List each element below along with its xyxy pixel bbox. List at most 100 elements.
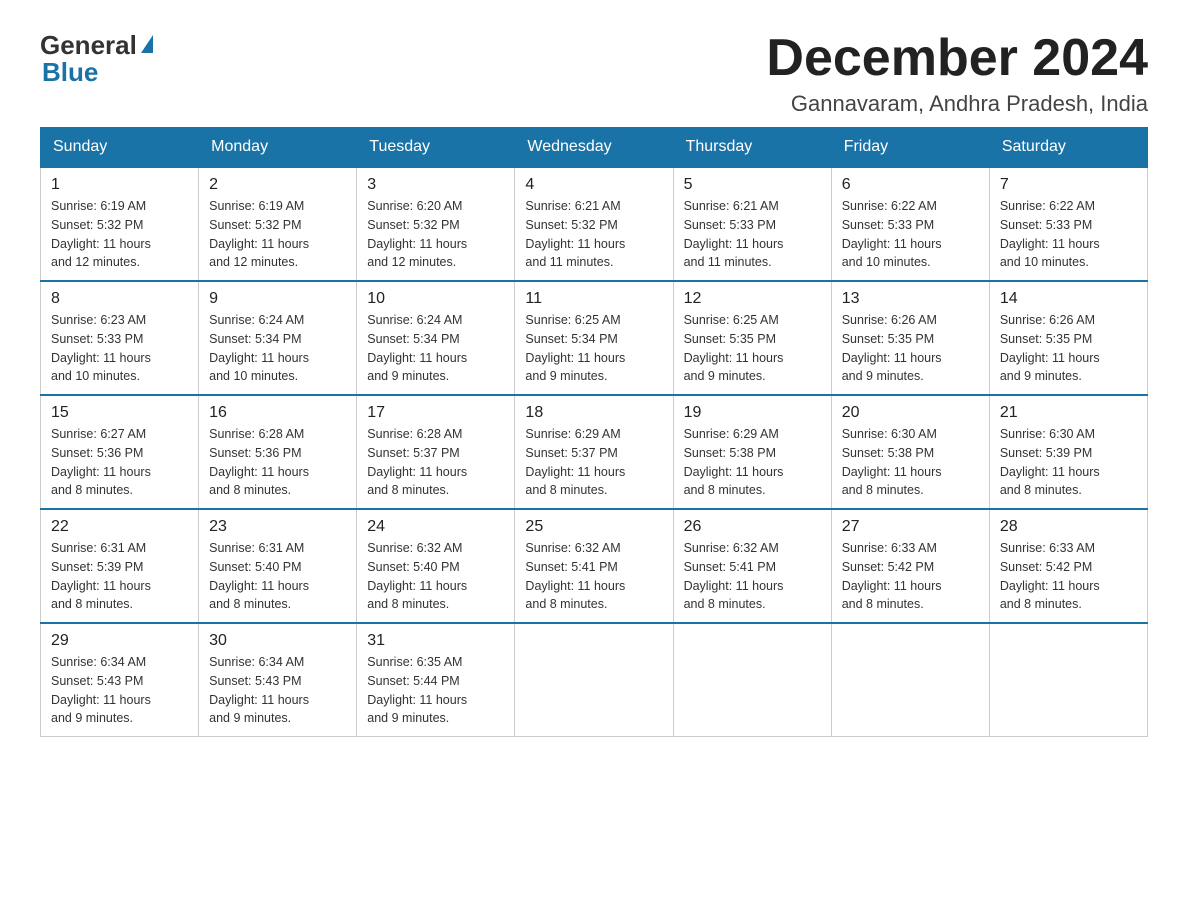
header-friday: Friday bbox=[831, 128, 989, 168]
day-number: 8 bbox=[51, 290, 188, 308]
day-info: Sunrise: 6:28 AMSunset: 5:36 PMDaylight:… bbox=[209, 425, 346, 500]
calendar-cell: 26 Sunrise: 6:32 AMSunset: 5:41 PMDaylig… bbox=[673, 509, 831, 623]
day-info: Sunrise: 6:23 AMSunset: 5:33 PMDaylight:… bbox=[51, 311, 188, 386]
day-info: Sunrise: 6:25 AMSunset: 5:34 PMDaylight:… bbox=[525, 311, 662, 386]
calendar-cell: 8 Sunrise: 6:23 AMSunset: 5:33 PMDayligh… bbox=[41, 281, 199, 395]
calendar-cell bbox=[989, 623, 1147, 737]
calendar-cell: 30 Sunrise: 6:34 AMSunset: 5:43 PMDaylig… bbox=[199, 623, 357, 737]
header-sunday: Sunday bbox=[41, 128, 199, 168]
calendar-cell: 27 Sunrise: 6:33 AMSunset: 5:42 PMDaylig… bbox=[831, 509, 989, 623]
page-header: General Blue December 2024 Gannavaram, A… bbox=[40, 30, 1148, 117]
calendar-cell: 12 Sunrise: 6:25 AMSunset: 5:35 PMDaylig… bbox=[673, 281, 831, 395]
day-info: Sunrise: 6:20 AMSunset: 5:32 PMDaylight:… bbox=[367, 197, 504, 272]
calendar-cell: 28 Sunrise: 6:33 AMSunset: 5:42 PMDaylig… bbox=[989, 509, 1147, 623]
calendar-cell: 14 Sunrise: 6:26 AMSunset: 5:35 PMDaylig… bbox=[989, 281, 1147, 395]
calendar-cell: 5 Sunrise: 6:21 AMSunset: 5:33 PMDayligh… bbox=[673, 167, 831, 281]
day-info: Sunrise: 6:33 AMSunset: 5:42 PMDaylight:… bbox=[842, 539, 979, 614]
day-info: Sunrise: 6:26 AMSunset: 5:35 PMDaylight:… bbox=[1000, 311, 1137, 386]
day-number: 15 bbox=[51, 404, 188, 422]
logo: General Blue bbox=[40, 30, 153, 88]
calendar-cell: 2 Sunrise: 6:19 AMSunset: 5:32 PMDayligh… bbox=[199, 167, 357, 281]
day-info: Sunrise: 6:27 AMSunset: 5:36 PMDaylight:… bbox=[51, 425, 188, 500]
day-info: Sunrise: 6:31 AMSunset: 5:39 PMDaylight:… bbox=[51, 539, 188, 614]
header-tuesday: Tuesday bbox=[357, 128, 515, 168]
day-number: 30 bbox=[209, 632, 346, 650]
calendar-cell: 7 Sunrise: 6:22 AMSunset: 5:33 PMDayligh… bbox=[989, 167, 1147, 281]
day-info: Sunrise: 6:29 AMSunset: 5:37 PMDaylight:… bbox=[525, 425, 662, 500]
day-number: 1 bbox=[51, 176, 188, 194]
calendar-cell: 16 Sunrise: 6:28 AMSunset: 5:36 PMDaylig… bbox=[199, 395, 357, 509]
calendar-cell bbox=[515, 623, 673, 737]
calendar-cell: 24 Sunrise: 6:32 AMSunset: 5:40 PMDaylig… bbox=[357, 509, 515, 623]
day-info: Sunrise: 6:32 AMSunset: 5:40 PMDaylight:… bbox=[367, 539, 504, 614]
header-wednesday: Wednesday bbox=[515, 128, 673, 168]
day-number: 6 bbox=[842, 176, 979, 194]
calendar-cell: 31 Sunrise: 6:35 AMSunset: 5:44 PMDaylig… bbox=[357, 623, 515, 737]
calendar-header: SundayMondayTuesdayWednesdayThursdayFrid… bbox=[41, 128, 1148, 168]
calendar-cell: 15 Sunrise: 6:27 AMSunset: 5:36 PMDaylig… bbox=[41, 395, 199, 509]
day-number: 4 bbox=[525, 176, 662, 194]
day-number: 5 bbox=[684, 176, 821, 194]
calendar-cell: 3 Sunrise: 6:20 AMSunset: 5:32 PMDayligh… bbox=[357, 167, 515, 281]
day-number: 14 bbox=[1000, 290, 1137, 308]
calendar-cell bbox=[831, 623, 989, 737]
calendar-cell: 13 Sunrise: 6:26 AMSunset: 5:35 PMDaylig… bbox=[831, 281, 989, 395]
day-info: Sunrise: 6:34 AMSunset: 5:43 PMDaylight:… bbox=[209, 653, 346, 728]
day-info: Sunrise: 6:28 AMSunset: 5:37 PMDaylight:… bbox=[367, 425, 504, 500]
day-number: 17 bbox=[367, 404, 504, 422]
day-number: 10 bbox=[367, 290, 504, 308]
calendar-cell: 6 Sunrise: 6:22 AMSunset: 5:33 PMDayligh… bbox=[831, 167, 989, 281]
day-info: Sunrise: 6:22 AMSunset: 5:33 PMDaylight:… bbox=[1000, 197, 1137, 272]
day-number: 25 bbox=[525, 518, 662, 536]
day-info: Sunrise: 6:35 AMSunset: 5:44 PMDaylight:… bbox=[367, 653, 504, 728]
week-row-3: 15 Sunrise: 6:27 AMSunset: 5:36 PMDaylig… bbox=[41, 395, 1148, 509]
day-number: 16 bbox=[209, 404, 346, 422]
day-number: 29 bbox=[51, 632, 188, 650]
day-info: Sunrise: 6:29 AMSunset: 5:38 PMDaylight:… bbox=[684, 425, 821, 500]
day-info: Sunrise: 6:19 AMSunset: 5:32 PMDaylight:… bbox=[51, 197, 188, 272]
day-info: Sunrise: 6:30 AMSunset: 5:39 PMDaylight:… bbox=[1000, 425, 1137, 500]
calendar-cell bbox=[673, 623, 831, 737]
day-number: 2 bbox=[209, 176, 346, 194]
day-info: Sunrise: 6:24 AMSunset: 5:34 PMDaylight:… bbox=[209, 311, 346, 386]
day-number: 7 bbox=[1000, 176, 1137, 194]
calendar-cell: 9 Sunrise: 6:24 AMSunset: 5:34 PMDayligh… bbox=[199, 281, 357, 395]
header-row: SundayMondayTuesdayWednesdayThursdayFrid… bbox=[41, 128, 1148, 168]
header-saturday: Saturday bbox=[989, 128, 1147, 168]
day-number: 28 bbox=[1000, 518, 1137, 536]
calendar-cell: 19 Sunrise: 6:29 AMSunset: 5:38 PMDaylig… bbox=[673, 395, 831, 509]
page-subtitle: Gannavaram, Andhra Pradesh, India bbox=[766, 91, 1148, 117]
week-row-4: 22 Sunrise: 6:31 AMSunset: 5:39 PMDaylig… bbox=[41, 509, 1148, 623]
week-row-2: 8 Sunrise: 6:23 AMSunset: 5:33 PMDayligh… bbox=[41, 281, 1148, 395]
day-info: Sunrise: 6:24 AMSunset: 5:34 PMDaylight:… bbox=[367, 311, 504, 386]
day-number: 22 bbox=[51, 518, 188, 536]
calendar-table: SundayMondayTuesdayWednesdayThursdayFrid… bbox=[40, 127, 1148, 737]
day-number: 13 bbox=[842, 290, 979, 308]
day-info: Sunrise: 6:32 AMSunset: 5:41 PMDaylight:… bbox=[684, 539, 821, 614]
day-number: 18 bbox=[525, 404, 662, 422]
header-thursday: Thursday bbox=[673, 128, 831, 168]
day-number: 24 bbox=[367, 518, 504, 536]
day-info: Sunrise: 6:19 AMSunset: 5:32 PMDaylight:… bbox=[209, 197, 346, 272]
week-row-5: 29 Sunrise: 6:34 AMSunset: 5:43 PMDaylig… bbox=[41, 623, 1148, 737]
day-info: Sunrise: 6:21 AMSunset: 5:32 PMDaylight:… bbox=[525, 197, 662, 272]
calendar-cell: 22 Sunrise: 6:31 AMSunset: 5:39 PMDaylig… bbox=[41, 509, 199, 623]
day-number: 11 bbox=[525, 290, 662, 308]
day-number: 23 bbox=[209, 518, 346, 536]
logo-triangle-icon bbox=[141, 35, 153, 53]
day-info: Sunrise: 6:31 AMSunset: 5:40 PMDaylight:… bbox=[209, 539, 346, 614]
day-number: 19 bbox=[684, 404, 821, 422]
calendar-cell: 1 Sunrise: 6:19 AMSunset: 5:32 PMDayligh… bbox=[41, 167, 199, 281]
calendar-cell: 21 Sunrise: 6:30 AMSunset: 5:39 PMDaylig… bbox=[989, 395, 1147, 509]
week-row-1: 1 Sunrise: 6:19 AMSunset: 5:32 PMDayligh… bbox=[41, 167, 1148, 281]
calendar-cell: 29 Sunrise: 6:34 AMSunset: 5:43 PMDaylig… bbox=[41, 623, 199, 737]
calendar-cell: 17 Sunrise: 6:28 AMSunset: 5:37 PMDaylig… bbox=[357, 395, 515, 509]
day-info: Sunrise: 6:22 AMSunset: 5:33 PMDaylight:… bbox=[842, 197, 979, 272]
logo-blue-text: Blue bbox=[42, 57, 98, 88]
day-info: Sunrise: 6:26 AMSunset: 5:35 PMDaylight:… bbox=[842, 311, 979, 386]
day-info: Sunrise: 6:30 AMSunset: 5:38 PMDaylight:… bbox=[842, 425, 979, 500]
calendar-cell: 10 Sunrise: 6:24 AMSunset: 5:34 PMDaylig… bbox=[357, 281, 515, 395]
calendar-cell: 18 Sunrise: 6:29 AMSunset: 5:37 PMDaylig… bbox=[515, 395, 673, 509]
day-number: 12 bbox=[684, 290, 821, 308]
calendar-cell: 4 Sunrise: 6:21 AMSunset: 5:32 PMDayligh… bbox=[515, 167, 673, 281]
